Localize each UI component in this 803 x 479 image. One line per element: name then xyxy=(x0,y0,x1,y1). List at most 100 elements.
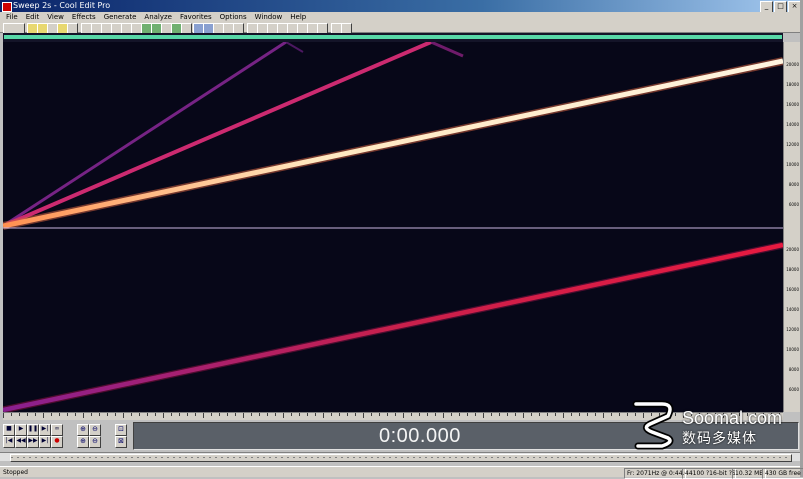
freq-label: 14000 xyxy=(786,122,799,127)
time-tick xyxy=(99,413,100,416)
overview-visible-range[interactable] xyxy=(4,35,782,39)
time-tick xyxy=(275,413,276,416)
time-tick xyxy=(291,413,292,416)
second-harmonic-fold xyxy=(430,42,464,58)
fundamental-trace xyxy=(3,58,783,229)
time-tick xyxy=(91,413,92,416)
go-end-icon[interactable]: ▶| xyxy=(39,436,51,448)
freq-label: 8000 xyxy=(788,367,799,372)
time-tick xyxy=(27,413,28,416)
time-tick xyxy=(371,413,372,416)
time-tick xyxy=(603,413,604,418)
zoom-out-vertical-icon[interactable]: ⊖ xyxy=(89,436,101,448)
time-tick xyxy=(395,413,396,416)
play-icon[interactable]: ▶ xyxy=(15,424,27,436)
transport-controls: ■ ▶ ❚❚ ▶| ∞ |◀ ◀◀ ▶▶ ▶| ● xyxy=(3,424,73,448)
time-tick xyxy=(115,413,116,416)
spectral-display[interactable] xyxy=(3,42,783,412)
horizontal-scrollbar[interactable] xyxy=(0,452,800,462)
menu-effects[interactable]: Effects xyxy=(68,12,100,22)
current-time: 0:00.000 xyxy=(379,425,461,447)
time-tick xyxy=(203,413,204,418)
zoom-out-horizontal-icon[interactable]: ⊖ xyxy=(89,424,101,436)
menu-generate[interactable]: Generate xyxy=(100,12,141,22)
rewind-icon[interactable]: ◀◀ xyxy=(15,436,27,448)
zoom-in-vertical-icon[interactable]: ⊕ xyxy=(77,436,89,448)
menu-file[interactable]: File xyxy=(2,12,22,22)
time-tick xyxy=(227,413,228,416)
time-tick xyxy=(459,413,460,416)
status-free-space: 430 GB free xyxy=(762,468,803,479)
freq-label: 16000 xyxy=(786,287,799,292)
freq-label: 16000 xyxy=(786,102,799,107)
time-tick xyxy=(339,413,340,416)
forward-icon[interactable]: ▶▶ xyxy=(27,436,39,448)
time-tick xyxy=(123,413,124,418)
time-tick xyxy=(43,413,44,418)
time-tick xyxy=(475,413,476,416)
status-frequency: Fr: 2071Hz @ 0:44.031 xyxy=(624,468,686,479)
time-tick xyxy=(619,413,620,416)
time-tick xyxy=(507,413,508,416)
time-tick xyxy=(3,413,4,418)
time-tick xyxy=(555,413,556,416)
loop-icon[interactable]: ∞ xyxy=(51,424,63,436)
zoom-full-icon[interactable]: ⊡ xyxy=(115,424,127,436)
time-tick xyxy=(67,413,68,416)
horizontal-scroll-thumb[interactable] xyxy=(10,454,792,462)
time-tick xyxy=(547,413,548,416)
time-tick xyxy=(163,413,164,418)
freq-label: 18000 xyxy=(786,267,799,272)
time-tick xyxy=(251,413,252,416)
freq-label: 10000 xyxy=(786,347,799,352)
time-tick xyxy=(211,413,212,416)
time-tick xyxy=(499,413,500,416)
menu-favorites[interactable]: Favorites xyxy=(176,12,216,22)
spectrogram xyxy=(3,42,783,412)
right-fundamental-trace xyxy=(3,242,783,412)
time-tick xyxy=(515,413,516,416)
zoom-selection-icon[interactable]: ⊠ xyxy=(115,436,127,448)
time-tick xyxy=(259,413,260,416)
menu-view[interactable]: View xyxy=(43,12,68,22)
time-tick xyxy=(323,413,324,418)
soomal-logo-icon xyxy=(632,400,674,450)
time-tick xyxy=(387,413,388,416)
app-icon[interactable] xyxy=(2,2,12,12)
second-harmonic-trace xyxy=(3,42,432,228)
zoom-controls: ⊕ ⊖ ⊡ ⊕ ⊖ ⊠ xyxy=(77,424,129,448)
menu-edit[interactable]: Edit xyxy=(22,12,44,22)
time-tick xyxy=(427,413,428,416)
time-tick xyxy=(483,413,484,418)
zoom-in-horizontal-icon[interactable]: ⊕ xyxy=(77,424,89,436)
time-tick xyxy=(595,413,596,416)
overview-bar[interactable] xyxy=(3,33,783,42)
time-tick xyxy=(571,413,572,416)
toolbar xyxy=(0,22,803,34)
freq-label: 6000 xyxy=(788,202,799,207)
time-tick xyxy=(155,413,156,416)
time-tick xyxy=(75,413,76,416)
time-tick xyxy=(307,413,308,416)
time-tick xyxy=(187,413,188,416)
menu-analyze[interactable]: Analyze xyxy=(140,12,176,22)
record-icon[interactable]: ● xyxy=(51,436,63,448)
menu-options[interactable]: Options xyxy=(216,12,251,22)
watermark-tagline: 数码多媒体 xyxy=(682,431,757,447)
freq-label: 8000 xyxy=(788,182,799,187)
watermark-brand: Soomal.com xyxy=(682,408,783,428)
menu-window[interactable]: Window xyxy=(251,12,287,22)
time-tick xyxy=(491,413,492,416)
go-start-icon[interactable]: |◀ xyxy=(3,436,15,448)
time-tick xyxy=(355,413,356,416)
freq-label: 10000 xyxy=(786,162,799,167)
stop-icon[interactable]: ■ xyxy=(3,424,15,436)
pause-icon[interactable]: ❚❚ xyxy=(27,424,39,436)
time-tick xyxy=(331,413,332,416)
window-title: Sweep 2s - Cool Edit Pro xyxy=(13,1,111,10)
play-to-end-icon[interactable]: ▶| xyxy=(39,424,51,436)
time-tick xyxy=(531,413,532,416)
time-tick xyxy=(107,413,108,416)
time-tick xyxy=(443,413,444,418)
menu-help[interactable]: Help xyxy=(286,12,310,22)
